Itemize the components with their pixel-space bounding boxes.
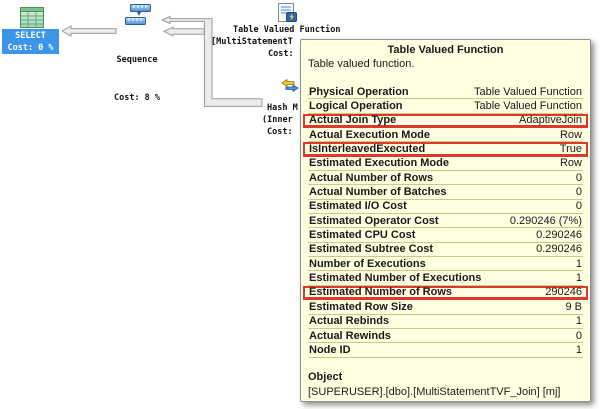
property-value: 290246 [545, 286, 582, 299]
hash-label-line2: (Inner [262, 115, 293, 125]
property-value: 0.290246 [536, 229, 582, 242]
property-row: Node ID 1 [308, 343, 583, 358]
property-label: Physical Operation [309, 85, 409, 98]
property-value: 1 [575, 315, 582, 328]
tooltip-object-value: [SUPERUSER].[dbo].[MultiStatementTVF_Joi… [308, 385, 561, 398]
property-row: Estimated Number of Executions 1 [308, 271, 583, 286]
tvf-label-line1: Table Valued Function [233, 25, 341, 35]
property-value: True [559, 143, 582, 156]
select-cost: Cost: 0 % [7, 43, 54, 53]
property-value: Row [559, 157, 582, 170]
table-valued-function-operator-icon[interactable] [277, 3, 297, 23]
property-row-highlighted: IsInterleavedExecuted True [303, 142, 588, 157]
property-value: 9 B [565, 300, 582, 313]
property-row: Actual Number of Rows 0 [308, 171, 583, 186]
tooltip-description: Table valued function. [308, 58, 415, 70]
property-label: Estimated Operator Cost [309, 214, 439, 227]
property-value: 1 [575, 257, 582, 270]
property-value: 1 [575, 343, 582, 356]
property-value: 0 [575, 200, 582, 213]
property-label: Estimated I/O Cost [309, 200, 407, 213]
property-label: Actual Rewinds [309, 329, 391, 342]
property-value: Row [559, 128, 582, 141]
tvf-label-line2: [MultiStatementT [211, 37, 293, 47]
property-row: Number of Executions 1 [308, 257, 583, 272]
property-value: 0.290246 [536, 243, 582, 256]
property-value: 0 [575, 329, 582, 342]
property-row: Actual Execution Mode Row [308, 128, 583, 143]
operator-tooltip: Table Valued Function Table valued funct… [300, 39, 591, 402]
property-row: Actual Number of Batches 0 [308, 185, 583, 200]
tooltip-object-section: Object [SUPERUSER].[dbo].[MultiStatement… [308, 371, 583, 399]
property-label: Estimated Number of Rows [309, 286, 453, 299]
sequence-operator-icon[interactable] [124, 3, 152, 28]
property-row: Estimated Operator Cost 0.290246 (7%) [308, 214, 583, 229]
property-label: Node ID [309, 343, 351, 356]
property-row-highlighted: Estimated Number of Rows 290246 [303, 286, 588, 301]
property-label: Actual Number of Batches [309, 186, 447, 199]
hash-label-line1: Hash M [267, 103, 298, 113]
select-label: SELECT [15, 31, 46, 41]
property-value: 1 [575, 272, 582, 285]
hash-label-line3: Cost: [267, 127, 293, 137]
sequence-label: Sequence [116, 55, 158, 65]
property-label: Logical Operation [309, 100, 403, 113]
property-label: IsInterleavedExecuted [309, 143, 426, 156]
property-row: Estimated I/O Cost 0 [308, 200, 583, 215]
property-label: Actual Number of Rows [309, 171, 434, 184]
property-row: Actual Rebinds 1 [308, 315, 583, 329]
property-value: 0 [575, 171, 582, 184]
sequence-node[interactable]: Sequence Cost: 8 % [103, 29, 171, 129]
property-label: Number of Executions [309, 257, 426, 270]
hash-match-operator-icon[interactable] [281, 78, 299, 93]
property-label: Estimated Number of Executions [309, 272, 482, 285]
sequence-cost: Cost: 8 % [113, 92, 161, 103]
select-operator-icon[interactable] [20, 7, 44, 28]
property-label: Estimated Row Size [309, 300, 413, 313]
property-value: 0 [575, 186, 582, 199]
tooltip-object-label: Object [308, 370, 343, 383]
property-row-highlighted: Actual Join Type AdaptiveJoin [303, 114, 588, 129]
tooltip-property-list: Physical Operation Table Valued Function L… [303, 85, 588, 358]
property-label: Actual Join Type [309, 114, 397, 127]
property-row: Estimated Execution Mode Row [308, 157, 583, 172]
property-value: Table Valued Function [473, 100, 582, 113]
property-label: Estimated Execution Mode [309, 157, 449, 170]
property-row: Logical Operation Table Valued Function [308, 99, 583, 114]
property-label: Actual Execution Mode [309, 128, 431, 141]
property-value: 0.290246 (7%) [509, 214, 582, 227]
property-label: Estimated CPU Cost [309, 229, 416, 242]
select-node[interactable]: SELECT Cost: 0 % [2, 29, 59, 54]
property-row: Estimated Subtree Cost 0.290246 [308, 243, 583, 258]
tvf-label-line3: Cost: [268, 49, 294, 59]
property-row: Actual Rewinds 0 [308, 329, 583, 344]
property-row: Physical Operation Table Valued Function [308, 85, 583, 100]
property-row: Estimated CPU Cost 0.290246 [308, 228, 583, 243]
tooltip-title: Table Valued Function [387, 44, 504, 56]
property-value: Table Valued Function [473, 85, 582, 98]
property-label: Actual Rebinds [309, 315, 390, 328]
property-row: Estimated Row Size 9 B [308, 300, 583, 315]
property-label: Estimated Subtree Cost [309, 243, 434, 256]
property-value: AdaptiveJoin [519, 114, 582, 127]
